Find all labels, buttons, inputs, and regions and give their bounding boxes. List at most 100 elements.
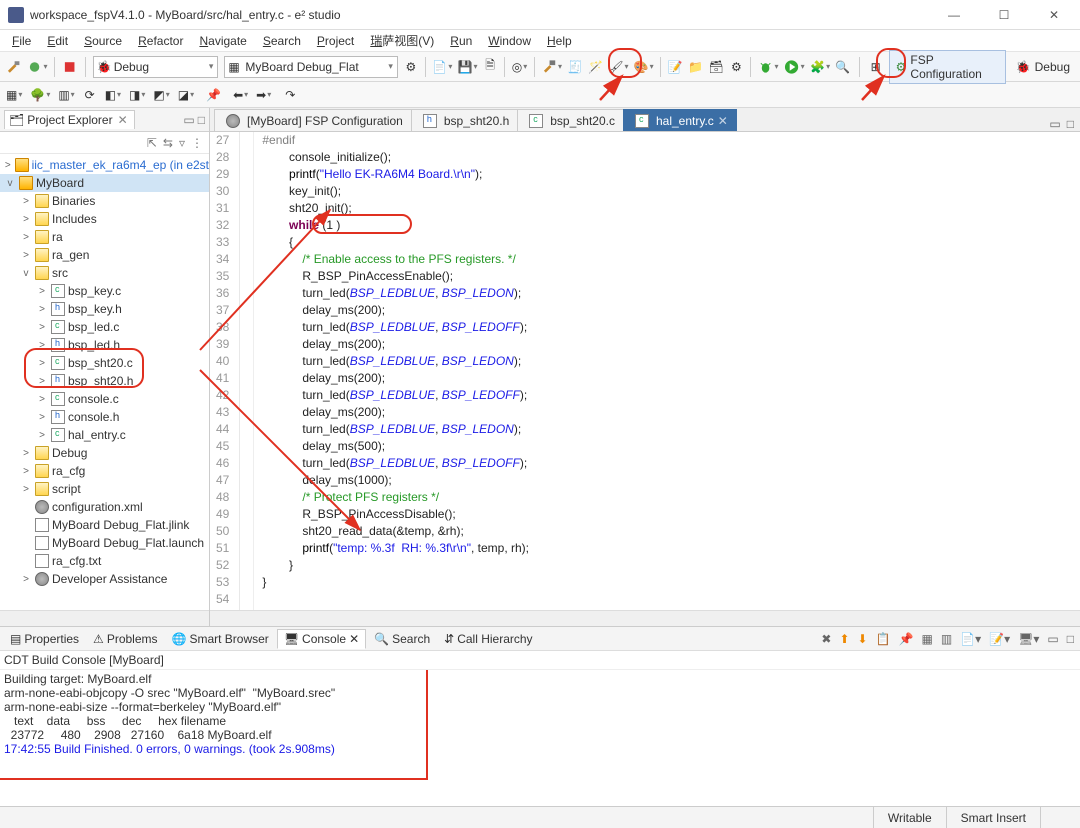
dd1-icon[interactable]: 📄▾ (958, 632, 983, 646)
bottom-tab-search[interactable]: 🔍Search (368, 630, 436, 648)
lock-icon[interactable]: 📋 (874, 632, 893, 646)
min-icon[interactable]: ▭ (1045, 632, 1060, 646)
debug-icon[interactable] (756, 56, 780, 78)
bottom-tab-properties[interactable]: ▤Properties (4, 630, 85, 648)
folder-icon[interactable]: 📁 (686, 56, 704, 78)
menu-navigate[interactable]: Navigate (191, 32, 254, 50)
menu-window[interactable]: Window (480, 32, 539, 50)
minimize-view-icon[interactable]: ▭ (183, 113, 194, 127)
build-hammer-icon[interactable] (540, 56, 564, 78)
forward-icon[interactable]: ➡ (254, 84, 273, 106)
max-icon[interactable]: □ (1065, 632, 1076, 646)
tree-item-myboard[interactable]: vMyBoard (0, 174, 209, 192)
refresh-icon[interactable]: ⟳ (81, 84, 99, 106)
menu-edit[interactable]: Edit (39, 32, 76, 50)
editor-scroll-h[interactable] (210, 610, 1080, 626)
brush-icon[interactable]: 🖌 (607, 56, 630, 78)
back-icon[interactable]: ⬅ (231, 84, 250, 106)
tree-item-binaries[interactable]: >Binaries (0, 192, 209, 210)
menu-project[interactable]: Project (309, 32, 362, 50)
close-icon[interactable]: ✕ (349, 632, 359, 646)
tree-item-bsp-sht20-h[interactable]: >bsp_sht20.h (0, 372, 209, 390)
menu-source[interactable]: Source (76, 32, 130, 50)
debug-perspective-button[interactable]: 🐞 Debug (1010, 58, 1076, 76)
launch-config-combo[interactable]: ▦ MyBoard Debug_Flat▾ (224, 56, 398, 78)
stack-icon[interactable]: 🗃 (707, 56, 726, 78)
bottom-tab-smart-browser[interactable]: 🌐Smart Browser (166, 630, 275, 648)
search-icon[interactable]: 🔍 (834, 56, 852, 78)
explorer-tab[interactable]: 🗂 Project Explorer ✕ (4, 110, 135, 129)
editor-tab-bsp-sht20-h[interactable]: bsp_sht20.h (411, 109, 518, 131)
nav-icon[interactable]: ▦ (4, 84, 24, 106)
new-icon[interactable]: 📄 (431, 56, 454, 78)
filter-icon[interactable]: ▿ (179, 136, 185, 150)
code-area[interactable]: #endif console_initialize(); printf("Hel… (254, 132, 1080, 610)
tree-item-bsp-key-c[interactable]: >bsp_key.c (0, 282, 209, 300)
tree-item-ra-gen[interactable]: >ra_gen (0, 246, 209, 264)
editor-tab-bsp-sht20-c[interactable]: bsp_sht20.c (517, 109, 624, 131)
tree-item-bsp-led-c[interactable]: >bsp_led.c (0, 318, 209, 336)
menu-refactor[interactable]: Refactor (130, 32, 191, 50)
save-icon[interactable]: 💾 (456, 56, 479, 78)
pin-icon[interactable]: 📌 (204, 84, 223, 106)
editor-tab--myboard-fsp-configuration[interactable]: [MyBoard] FSP Configuration (214, 109, 412, 131)
maximize-button[interactable]: ☐ (986, 4, 1022, 26)
fold-column[interactable] (240, 132, 254, 610)
collapse-icon[interactable]: ⇱ (147, 136, 157, 150)
tree-item-hal-entry-c[interactable]: >hal_entry.c (0, 426, 209, 444)
cog-icon[interactable]: ⚙ (727, 56, 745, 78)
paint-icon[interactable]: 🎨 (632, 56, 655, 78)
tree-item-myboard-debug-flat-jlink[interactable]: MyBoard Debug_Flat.jlink (0, 516, 209, 534)
tree-item-configuration-xml[interactable]: configuration.xml (0, 498, 209, 516)
debug-config-combo[interactable]: 🐞 Debug▾ (93, 56, 219, 78)
mon-icon[interactable]: 🖥▾ (1016, 632, 1041, 646)
tree-item-bsp-led-h[interactable]: >bsp_led.h (0, 336, 209, 354)
down-icon[interactable]: ⬇ (856, 632, 870, 646)
module-icon[interactable]: ▥ (56, 84, 76, 106)
tree-item-myboard-debug-flat-launch[interactable]: MyBoard Debug_Flat.launch (0, 534, 209, 552)
saveall-icon[interactable]: 🗎 (481, 56, 499, 78)
bottom-tab-call-hierarchy[interactable]: ⇵Call Hierarchy (438, 630, 538, 648)
build-dropdown[interactable] (25, 56, 49, 78)
fsp-config-button[interactable]: ⚙ FSP Configuration (889, 50, 1006, 84)
stop-icon[interactable] (60, 56, 79, 78)
dd2-icon[interactable]: 📝▾ (987, 632, 1012, 646)
menu-run[interactable]: Run (442, 32, 480, 50)
tree-item-bsp-sht20-c[interactable]: >bsp_sht20.c (0, 354, 209, 372)
highlight-icon[interactable]: 📝 (666, 56, 684, 78)
menu-瑞萨视图(v)[interactable]: 瑞萨视图(V) (362, 30, 442, 51)
wand-icon[interactable]: 🪄 (586, 56, 604, 78)
tree-item-includes[interactable]: >Includes (0, 210, 209, 228)
minimize-button[interactable]: — (936, 4, 972, 26)
project-tree[interactable]: >iic_master_ek_ra6m4_ep (in e2stvMyBoard… (0, 154, 209, 610)
editor-tab-hal-entry-c[interactable]: hal_entry.c✕ (623, 109, 737, 131)
menu-help[interactable]: Help (539, 32, 580, 50)
up-icon[interactable]: ⬆ (837, 632, 851, 646)
close-button[interactable]: ✕ (1036, 4, 1072, 26)
menu-icon[interactable]: ⋮ (191, 136, 203, 150)
close-icon[interactable]: ✕ (116, 113, 130, 127)
hammer-icon[interactable] (4, 56, 23, 78)
scrollbar-h[interactable] (0, 610, 209, 626)
maximize-view-icon[interactable]: □ (198, 113, 205, 127)
console-output[interactable]: Building target: MyBoard.elfarm-none-eab… (0, 670, 1080, 806)
tree-item-console-c[interactable]: >console.c (0, 390, 209, 408)
menu-search[interactable]: Search (255, 32, 309, 50)
bottom-tab-problems[interactable]: ⚠Problems (87, 630, 163, 648)
tree-item-src[interactable]: vsrc (0, 264, 209, 282)
misc1-icon[interactable]: ◧ (103, 84, 123, 106)
menu-file[interactable]: File (4, 32, 39, 50)
target-icon[interactable]: ◎ (510, 56, 529, 78)
tree-item-ra-cfg[interactable]: >ra_cfg (0, 462, 209, 480)
bottom-tab-console[interactable]: 🖥Console ✕ (277, 629, 366, 649)
tree-item-console-h[interactable]: >console.h (0, 408, 209, 426)
tree-item-bsp-key-h[interactable]: >bsp_key.h (0, 300, 209, 318)
binary-icon[interactable]: 🧾 (566, 56, 584, 78)
link-icon[interactable]: ⇆ (163, 136, 173, 150)
tree-item-ra-cfg-txt[interactable]: ra_cfg.txt (0, 552, 209, 570)
tree-item-ra[interactable]: >ra (0, 228, 209, 246)
misc4-icon[interactable]: ◪ (176, 84, 196, 106)
cfg-icon[interactable]: ▦ (920, 632, 935, 646)
ext-icon[interactable]: 🧩 (809, 56, 832, 78)
run-icon[interactable] (782, 56, 806, 78)
